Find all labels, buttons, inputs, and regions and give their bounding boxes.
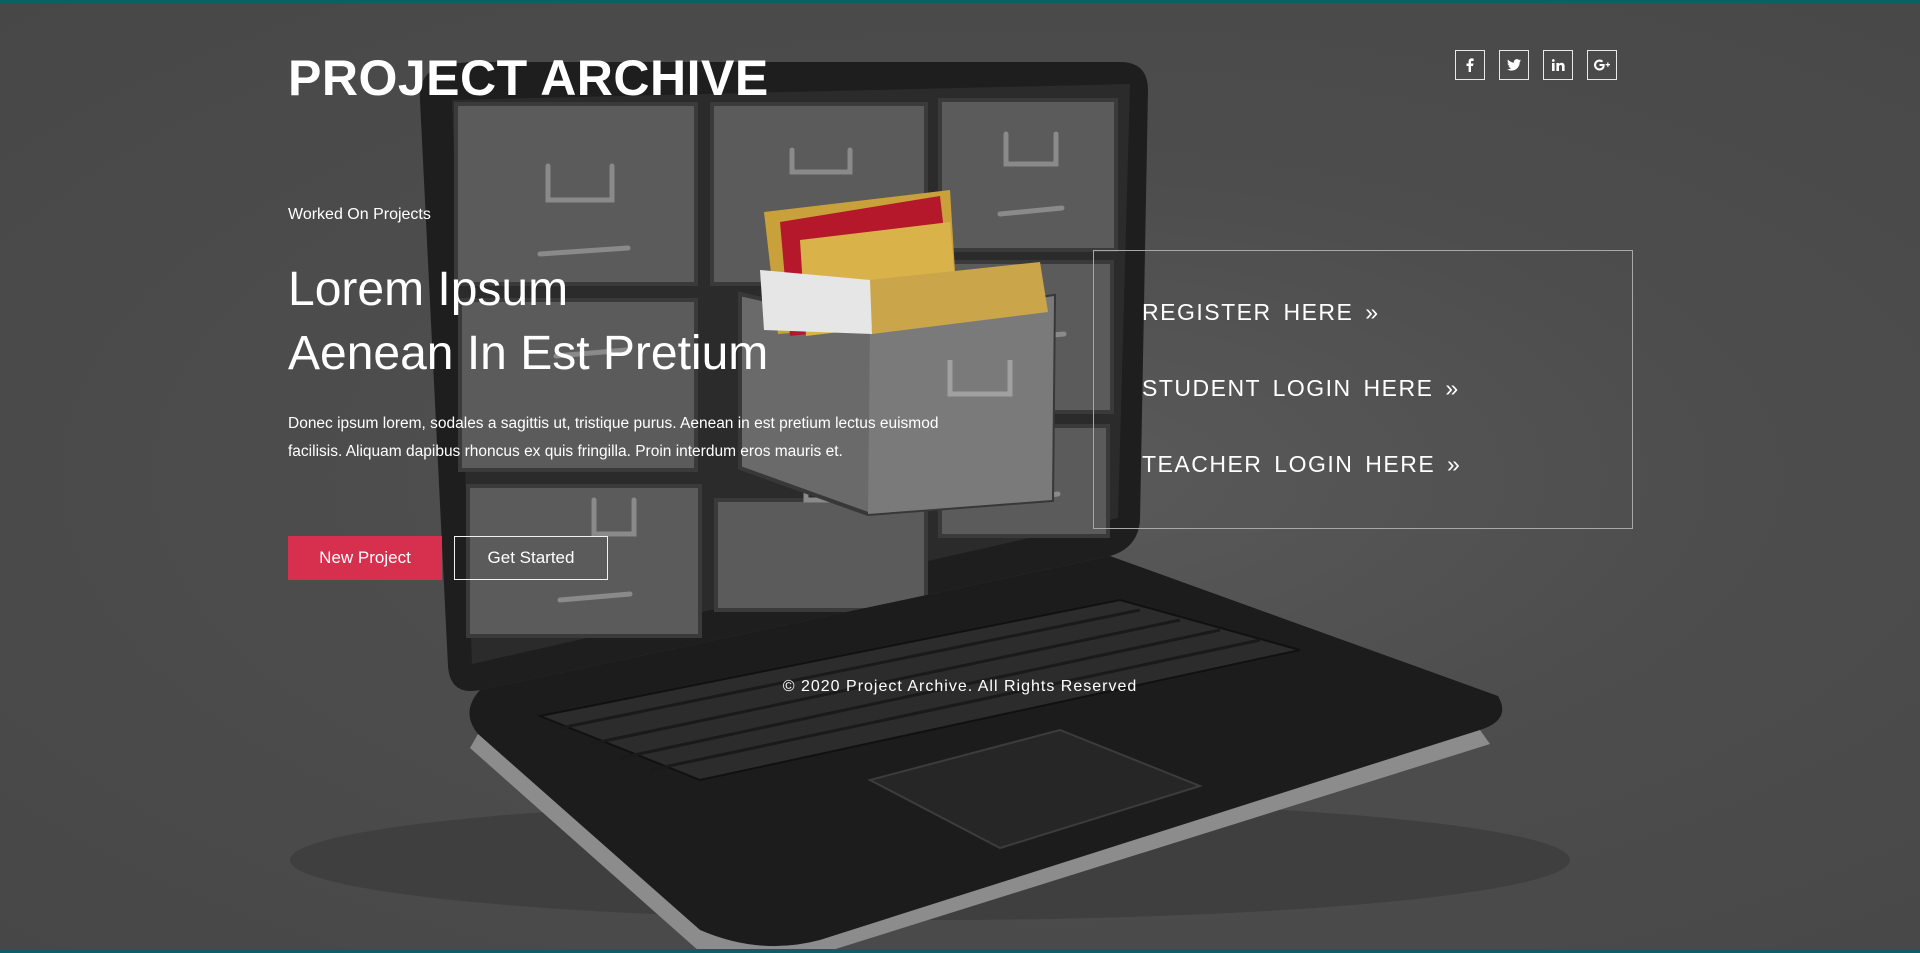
register-link[interactable]: REGISTER HERE » bbox=[1142, 298, 1380, 326]
hero-title: Lorem Ipsum Aenean In Est Pretium bbox=[288, 258, 768, 386]
twitter-icon[interactable] bbox=[1499, 50, 1529, 80]
hero-title-line-1: Lorem Ipsum bbox=[288, 263, 569, 316]
get-started-button[interactable]: Get Started bbox=[454, 536, 608, 580]
top-accent-strip bbox=[0, 0, 1920, 3]
facebook-icon[interactable] bbox=[1455, 50, 1485, 80]
landing-page: PROJECT ARCHIVE Worked On Projects Lorem… bbox=[0, 0, 1920, 953]
login-panel: REGISTER HERE » STUDENT LOGIN HERE » TEA… bbox=[1093, 250, 1633, 529]
google-plus-icon[interactable] bbox=[1587, 50, 1617, 80]
teacher-login-link[interactable]: TEACHER LOGIN HERE » bbox=[1142, 450, 1461, 478]
bottom-accent-strip bbox=[0, 949, 1920, 953]
hero-eyebrow: Worked On Projects bbox=[288, 206, 431, 223]
site-logo-title[interactable]: PROJECT ARCHIVE bbox=[288, 50, 769, 106]
new-project-button[interactable]: New Project bbox=[288, 536, 442, 580]
hero-description: Donec ipsum lorem, sodales a sagittis ut… bbox=[288, 415, 939, 460]
linkedin-icon[interactable] bbox=[1543, 50, 1573, 80]
hero-title-line-2: Aenean In Est Pretium bbox=[288, 327, 769, 380]
copyright-text: © 2020 Project Archive. All Rights Reser… bbox=[782, 678, 1138, 695]
social-links bbox=[1455, 50, 1617, 80]
student-login-link[interactable]: STUDENT LOGIN HERE » bbox=[1142, 374, 1460, 402]
